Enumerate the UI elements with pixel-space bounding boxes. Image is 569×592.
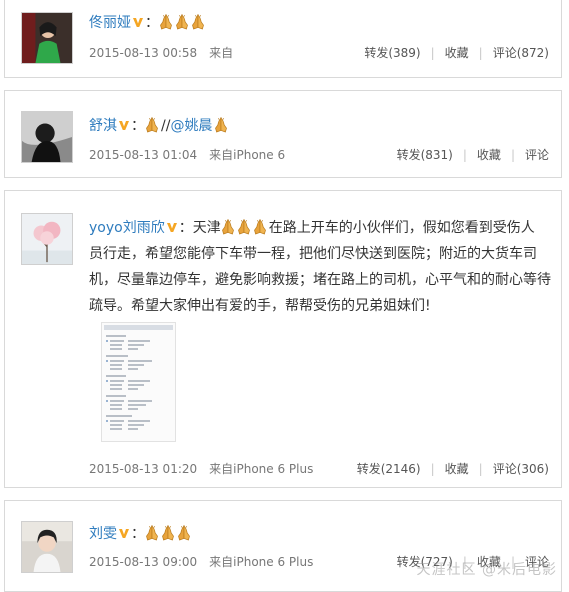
- comment-button[interactable]: 评论(872): [493, 46, 549, 60]
- praying-hands-emoji-icon: [177, 525, 191, 541]
- post-timestamp[interactable]: 2015-08-13 01:20: [89, 462, 197, 476]
- post-text: 天津: [192, 220, 221, 236]
- divider: |: [478, 462, 483, 476]
- colon: ：: [131, 526, 145, 542]
- favorite-button[interactable]: 收藏: [445, 46, 469, 60]
- post-source[interactable]: 来自iPhone 6: [209, 148, 285, 162]
- post-source[interactable]: 来自iPhone 6 Plus: [209, 462, 313, 476]
- divider: |: [510, 148, 515, 162]
- praying-hands-emoji-icon: [221, 219, 235, 235]
- avatar[interactable]: [21, 521, 73, 573]
- post-text: 机，尽量靠边停车，避免影响救援；堵在路上的司机，心平气和的耐心等待: [89, 272, 551, 288]
- divider: |: [430, 46, 435, 60]
- nickname-link[interactable]: 佟丽娅: [89, 15, 131, 31]
- avatar[interactable]: [21, 12, 73, 64]
- praying-hands-emoji-icon: [145, 117, 159, 133]
- praying-hands-emoji-icon: [145, 525, 159, 541]
- post-source[interactable]: 来自iPhone 6 Plus: [209, 555, 313, 569]
- verified-v-icon: [118, 119, 130, 131]
- colon: ：: [145, 15, 159, 31]
- post-text: 员行走，希望您能停下车带一程，把他们尽快送到医院；附近的大货车司: [89, 246, 537, 262]
- praying-hands-emoji-icon: [191, 14, 205, 30]
- repost-button[interactable]: 转发(2146): [357, 462, 421, 476]
- post-source[interactable]: 来自: [209, 46, 233, 60]
- nickname-link[interactable]: yoyo刘雨欣: [89, 220, 165, 236]
- divider: |: [430, 462, 435, 476]
- praying-hands-emoji-icon: [237, 219, 251, 235]
- colon: ：: [178, 220, 193, 236]
- watermark: 天涯社区 @米后电影: [416, 562, 557, 578]
- praying-hands-emoji-icon: [161, 525, 175, 541]
- avatar[interactable]: [21, 213, 73, 265]
- favorite-button[interactable]: 收藏: [445, 462, 469, 476]
- post-text: 在路上开车的小伙伴们，假如您看到受伤人: [268, 220, 535, 236]
- colon: ：: [131, 118, 145, 134]
- nickname-link[interactable]: 舒淇: [89, 118, 117, 134]
- nickname-link[interactable]: 刘雯: [89, 526, 117, 542]
- verified-v-icon: [166, 221, 178, 233]
- feed-card: 舒淇：//@姚晨 2015-08-13 01:04 来自iPhone 6 转发(8…: [4, 90, 562, 178]
- verified-v-icon: [132, 16, 144, 28]
- post-timestamp[interactable]: 2015-08-13 01:04: [89, 148, 197, 162]
- post-timestamp[interactable]: 2015-08-13 09:00: [89, 555, 197, 569]
- avatar[interactable]: [21, 111, 73, 163]
- verified-v-icon: [118, 527, 130, 539]
- praying-hands-emoji-icon: [214, 117, 228, 133]
- praying-hands-emoji-icon: [175, 14, 189, 30]
- feed-card: yoyo刘雨欣 ：天津 在路上开车的小伙伴们，假如您看到受伤人 员行走，希望您能停下…: [4, 190, 562, 488]
- divider: |: [462, 148, 467, 162]
- divider: |: [478, 46, 483, 60]
- post-timestamp[interactable]: 2015-08-13 00:58: [89, 46, 197, 60]
- praying-hands-emoji-icon: [253, 219, 267, 235]
- comment-button[interactable]: 评论(306): [493, 462, 549, 476]
- repost-button[interactable]: 转发(831): [397, 148, 453, 162]
- post-text: 疏导。希望大家伸出有爱的手，帮帮受伤的兄弟姐妹们!: [89, 298, 431, 314]
- post-image-thumbnail[interactable]: [101, 322, 176, 442]
- comment-button[interactable]: 评论: [525, 148, 549, 162]
- praying-hands-emoji-icon: [159, 14, 173, 30]
- favorite-button[interactable]: 收藏: [477, 148, 501, 162]
- repost-button[interactable]: 转发(389): [364, 46, 420, 60]
- feed-card: 佟丽娅 ： 2015-08-13 00:58 来自 转发(389) | 收藏 | 评论(87…: [4, 0, 562, 78]
- mention-link[interactable]: @姚晨: [170, 118, 212, 134]
